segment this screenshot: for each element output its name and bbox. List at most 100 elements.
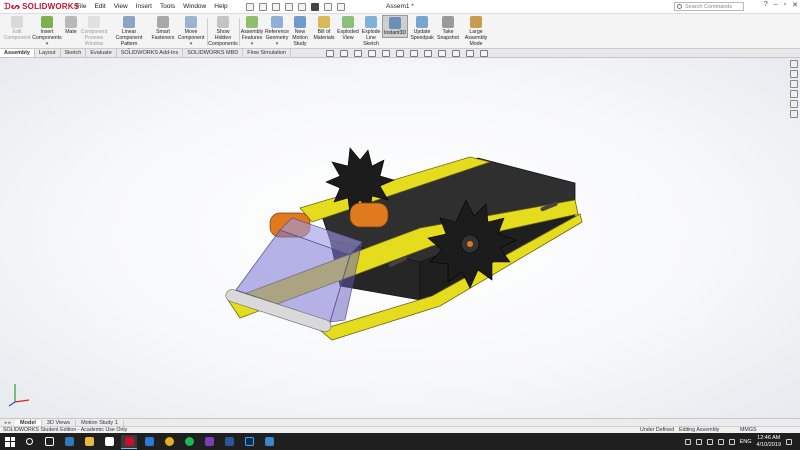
search-taskbar-icon[interactable] xyxy=(21,435,37,449)
zoom-to-fit-icon[interactable] xyxy=(326,50,334,57)
instant3d-button[interactable]: Instant3D xyxy=(382,15,408,38)
store-icon[interactable] xyxy=(101,435,117,449)
task-view-icon[interactable] xyxy=(41,435,57,449)
chevron-up-icon[interactable] xyxy=(695,438,702,445)
notification-icon[interactable] xyxy=(786,438,792,445)
component-preview-button[interactable]: Component Preview Window xyxy=(80,16,108,47)
smart-fasteners-button[interactable]: Smart Fasteners xyxy=(151,16,175,41)
bill-of-materials-button[interactable]: Bill of Materials xyxy=(313,16,335,41)
help-icon[interactable]: ? xyxy=(764,1,768,9)
rebuild-icon[interactable] xyxy=(323,2,332,11)
assembly-features-button[interactable]: Assembly Features ▾ xyxy=(240,16,264,47)
input-language[interactable]: ENG xyxy=(740,439,752,445)
arrow-right-icon[interactable]: ▸ xyxy=(9,420,12,426)
search-icon xyxy=(677,4,682,9)
apply-scene-icon[interactable] xyxy=(452,50,460,57)
battery-icon[interactable] xyxy=(706,438,713,445)
view-settings-icon[interactable] xyxy=(466,50,474,57)
tab-layout[interactable]: Layout xyxy=(35,49,61,57)
robot-assembly-model[interactable] xyxy=(0,58,800,420)
dynamic-annotation-icon[interactable] xyxy=(382,50,390,57)
view-orientation-icon[interactable] xyxy=(396,50,404,57)
people-icon[interactable] xyxy=(684,438,691,445)
tab-motion-study[interactable]: Motion Study 1 xyxy=(76,419,124,426)
mate-button[interactable]: Mate xyxy=(64,16,78,35)
tab-sketch[interactable]: Sketch xyxy=(61,49,87,57)
zoom-area-icon[interactable] xyxy=(340,50,348,57)
save-icon[interactable] xyxy=(271,2,280,11)
tab-mbd[interactable]: SOLIDWORKS MBD xyxy=(183,49,244,57)
windows-start-icon[interactable] xyxy=(3,435,17,449)
mail-icon[interactable] xyxy=(261,435,277,449)
menu-window[interactable]: Window xyxy=(183,3,206,10)
custom-properties-icon[interactable] xyxy=(790,110,798,118)
options-gear-icon[interactable] xyxy=(336,2,345,11)
clock[interactable]: 12:46 AM 4/10/2019 xyxy=(757,435,781,449)
tab-assembly[interactable]: Assembly xyxy=(0,49,35,57)
tab-flow-simulation[interactable]: Flow Simulation xyxy=(243,49,292,57)
photoshop-icon[interactable] xyxy=(241,435,257,449)
arrow-left-icon[interactable]: ◂ xyxy=(4,420,7,426)
linear-pattern-button[interactable]: Linear Component Pattern ▾ xyxy=(108,16,150,53)
select-pointer-icon[interactable] xyxy=(310,2,319,11)
reference-geometry-label: Reference Geometry xyxy=(265,29,289,41)
assembly-features-icon xyxy=(246,16,258,28)
menu-tools[interactable]: Tools xyxy=(160,3,175,10)
edit-appearance-icon[interactable] xyxy=(438,50,446,57)
open-file-icon[interactable] xyxy=(258,2,267,11)
undo-icon[interactable] xyxy=(297,2,306,11)
solidworks-resources-icon[interactable] xyxy=(790,60,798,68)
previous-view-icon[interactable] xyxy=(354,50,362,57)
update-speedpak-button[interactable]: Update Speedpak xyxy=(410,16,434,41)
wifi-icon[interactable] xyxy=(717,438,724,445)
explode-line-sketch-button[interactable]: Explode Line Sketch xyxy=(360,16,382,47)
monitor-icon[interactable] xyxy=(480,50,488,57)
spotify-icon[interactable] xyxy=(181,435,197,449)
menu-view[interactable]: View xyxy=(114,3,128,10)
solidworks-taskbar-icon[interactable] xyxy=(121,434,137,449)
tab-evaluate[interactable]: Evaluate xyxy=(86,49,117,57)
tab-addins[interactable]: SOLIDWORKS Add-Ins xyxy=(117,49,184,57)
display-style-icon[interactable] xyxy=(410,50,418,57)
volume-icon[interactable] xyxy=(728,438,735,445)
new-motion-study-button[interactable]: New Motion Study xyxy=(291,16,309,47)
hide-show-items-icon[interactable] xyxy=(424,50,432,57)
edit-component-button[interactable]: Edit Component xyxy=(4,16,30,41)
search-commands-input[interactable]: Search Commands xyxy=(674,2,744,11)
menu-help[interactable]: Help xyxy=(214,3,227,10)
chrome-icon[interactable] xyxy=(161,435,177,449)
minimize-icon[interactable]: – xyxy=(774,1,778,9)
solidworks-logo[interactable]: ᗪᔕ SOLIDWORKS xyxy=(0,2,79,12)
visual-studio-icon[interactable] xyxy=(141,435,157,449)
graphics-area[interactable] xyxy=(0,58,800,420)
view-palette-icon[interactable] xyxy=(790,90,798,98)
tab-model[interactable]: Model xyxy=(15,419,42,426)
move-component-button[interactable]: Move Component ▾ xyxy=(177,16,205,47)
menu-file[interactable]: File xyxy=(76,3,86,10)
print-icon[interactable] xyxy=(284,2,293,11)
system-tray: ENG 12:46 AM 4/10/2019 xyxy=(684,433,792,450)
menu-edit[interactable]: Edit xyxy=(94,3,105,10)
tab-3d-views[interactable]: 3D Views xyxy=(42,419,77,426)
show-hidden-button[interactable]: Show Hidden Components xyxy=(208,16,238,47)
large-assembly-mode-button[interactable]: Large Assembly Mode xyxy=(461,16,491,47)
insert-components-button[interactable]: Insert Components ▾ xyxy=(31,16,63,47)
appearances-icon[interactable] xyxy=(790,100,798,108)
file-explorer-icon[interactable] xyxy=(790,80,798,88)
edge-browser-icon[interactable] xyxy=(61,435,77,449)
large-assembly-icon xyxy=(470,16,482,28)
onenote-icon[interactable] xyxy=(201,435,217,449)
new-file-icon[interactable] xyxy=(245,2,254,11)
word-icon[interactable] xyxy=(221,435,237,449)
exploded-view-button[interactable]: Exploded View xyxy=(337,16,359,41)
section-view-icon[interactable] xyxy=(368,50,376,57)
tab-scroll-arrows[interactable]: ◂ ▸ xyxy=(0,420,15,426)
menu-insert[interactable]: Insert xyxy=(136,3,152,10)
show-hidden-label: Show Hidden Components xyxy=(208,29,238,47)
reference-geometry-button[interactable]: Reference Geometry ▾ xyxy=(264,16,290,47)
design-library-icon[interactable] xyxy=(790,70,798,78)
take-snapshot-button[interactable]: Take Snapshot xyxy=(437,16,459,41)
restore-icon[interactable]: ▫ xyxy=(784,1,786,9)
file-explorer-taskbar-icon[interactable] xyxy=(81,435,97,449)
close-icon[interactable]: ✕ xyxy=(792,1,798,9)
